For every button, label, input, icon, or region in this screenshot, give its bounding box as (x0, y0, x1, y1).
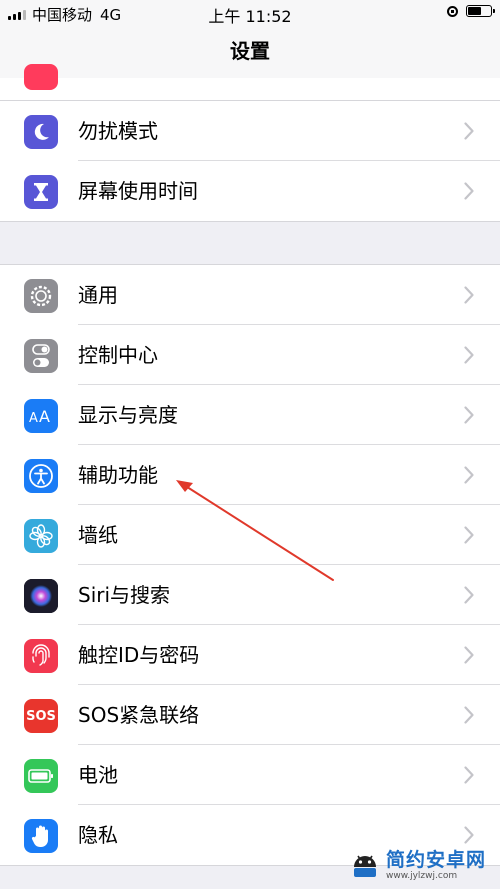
fingerprint-icon (24, 639, 58, 673)
watermark-name: 简约安卓网 (385, 849, 486, 871)
sos-icon-text: SOS (26, 708, 56, 724)
chevron-right-icon (464, 586, 474, 604)
status-icons (447, 5, 495, 17)
toggles-icon (24, 339, 58, 373)
hourglass-icon (24, 175, 58, 209)
navigation-bar: 设置 (0, 26, 500, 79)
settings-row[interactable]: 通用 (0, 265, 500, 325)
settings-row[interactable]: 触控ID与密码 (0, 625, 500, 685)
settings-group-1: 勿扰模式屏幕使用时间 (0, 100, 500, 222)
chevron-right-icon (464, 182, 474, 200)
sos-icon: SOS (24, 699, 58, 733)
hand-icon (24, 819, 58, 853)
page-title: 设置 (230, 39, 270, 63)
svg-text:A: A (29, 411, 38, 426)
chevron-right-icon (464, 406, 474, 424)
chevron-right-icon (464, 286, 474, 304)
chevron-right-icon (464, 346, 474, 364)
sounds-icon (24, 64, 58, 90)
settings-row-partial[interactable] (0, 64, 500, 101)
settings-row-label: 隐私 (78, 823, 118, 847)
chevron-right-icon (464, 826, 474, 844)
settings-row[interactable]: 屏幕使用时间 (0, 161, 500, 221)
settings-row[interactable]: 电池 (0, 745, 500, 805)
siri-icon (24, 579, 58, 613)
chevron-right-icon (464, 122, 474, 140)
chevron-right-icon (464, 766, 474, 784)
settings-row-label: 通用 (78, 283, 118, 307)
settings-row[interactable]: Siri与搜索 (0, 565, 500, 625)
chevron-right-icon (464, 466, 474, 484)
settings-row[interactable]: SOS SOS紧急联络 (0, 685, 500, 745)
settings-row[interactable]: A A 显示与亮度 (0, 385, 500, 445)
settings-row-label: 勿扰模式 (78, 119, 158, 143)
rotation-lock-icon (447, 5, 458, 17)
flower-icon (24, 519, 58, 553)
android-logo-icon (353, 855, 376, 877)
settings-row-label: 墙纸 (78, 523, 118, 547)
chevron-right-icon (464, 526, 474, 544)
settings-row-label: SOS紧急联络 (78, 703, 200, 727)
status-bar: 中国移动 4G 上午 11:52 (0, 0, 500, 26)
settings-row[interactable]: 辅助功能 (0, 445, 500, 505)
watermark-url: www.jylzwj.com (385, 871, 458, 881)
settings-row[interactable]: 勿扰模式 (0, 101, 500, 161)
settings-row[interactable]: 墙纸 (0, 505, 500, 565)
settings-group-2: 通用控制中心 A A 显示与亮度辅助功能墙纸 Siri与搜索触控ID与密码 SOS SOS紧… (0, 264, 500, 866)
settings-row-label: 触控ID与密码 (78, 643, 200, 667)
gear-icon (24, 279, 58, 313)
settings-row-label: 屏幕使用时间 (78, 179, 198, 203)
watermark: 简约安卓网 www.jylzwj.com (350, 851, 486, 881)
clock: 上午 11:52 (208, 7, 292, 26)
moon-icon (24, 115, 58, 149)
battery-icon (24, 759, 58, 793)
settings-row-label: Siri与搜索 (78, 583, 171, 607)
accessibility-icon (24, 459, 58, 493)
settings-row-label: 控制中心 (78, 343, 158, 367)
settings-row-label: 辅助功能 (78, 463, 158, 487)
settings-row[interactable]: 控制中心 (0, 325, 500, 385)
chevron-right-icon (464, 646, 474, 664)
settings-row-label: 显示与亮度 (78, 403, 178, 427)
battery-status-icon (466, 5, 495, 17)
svg-text:A: A (39, 407, 50, 426)
chevron-right-icon (464, 706, 474, 724)
settings-row-label: 电池 (78, 763, 118, 787)
text-size-icon: AA (24, 399, 58, 433)
